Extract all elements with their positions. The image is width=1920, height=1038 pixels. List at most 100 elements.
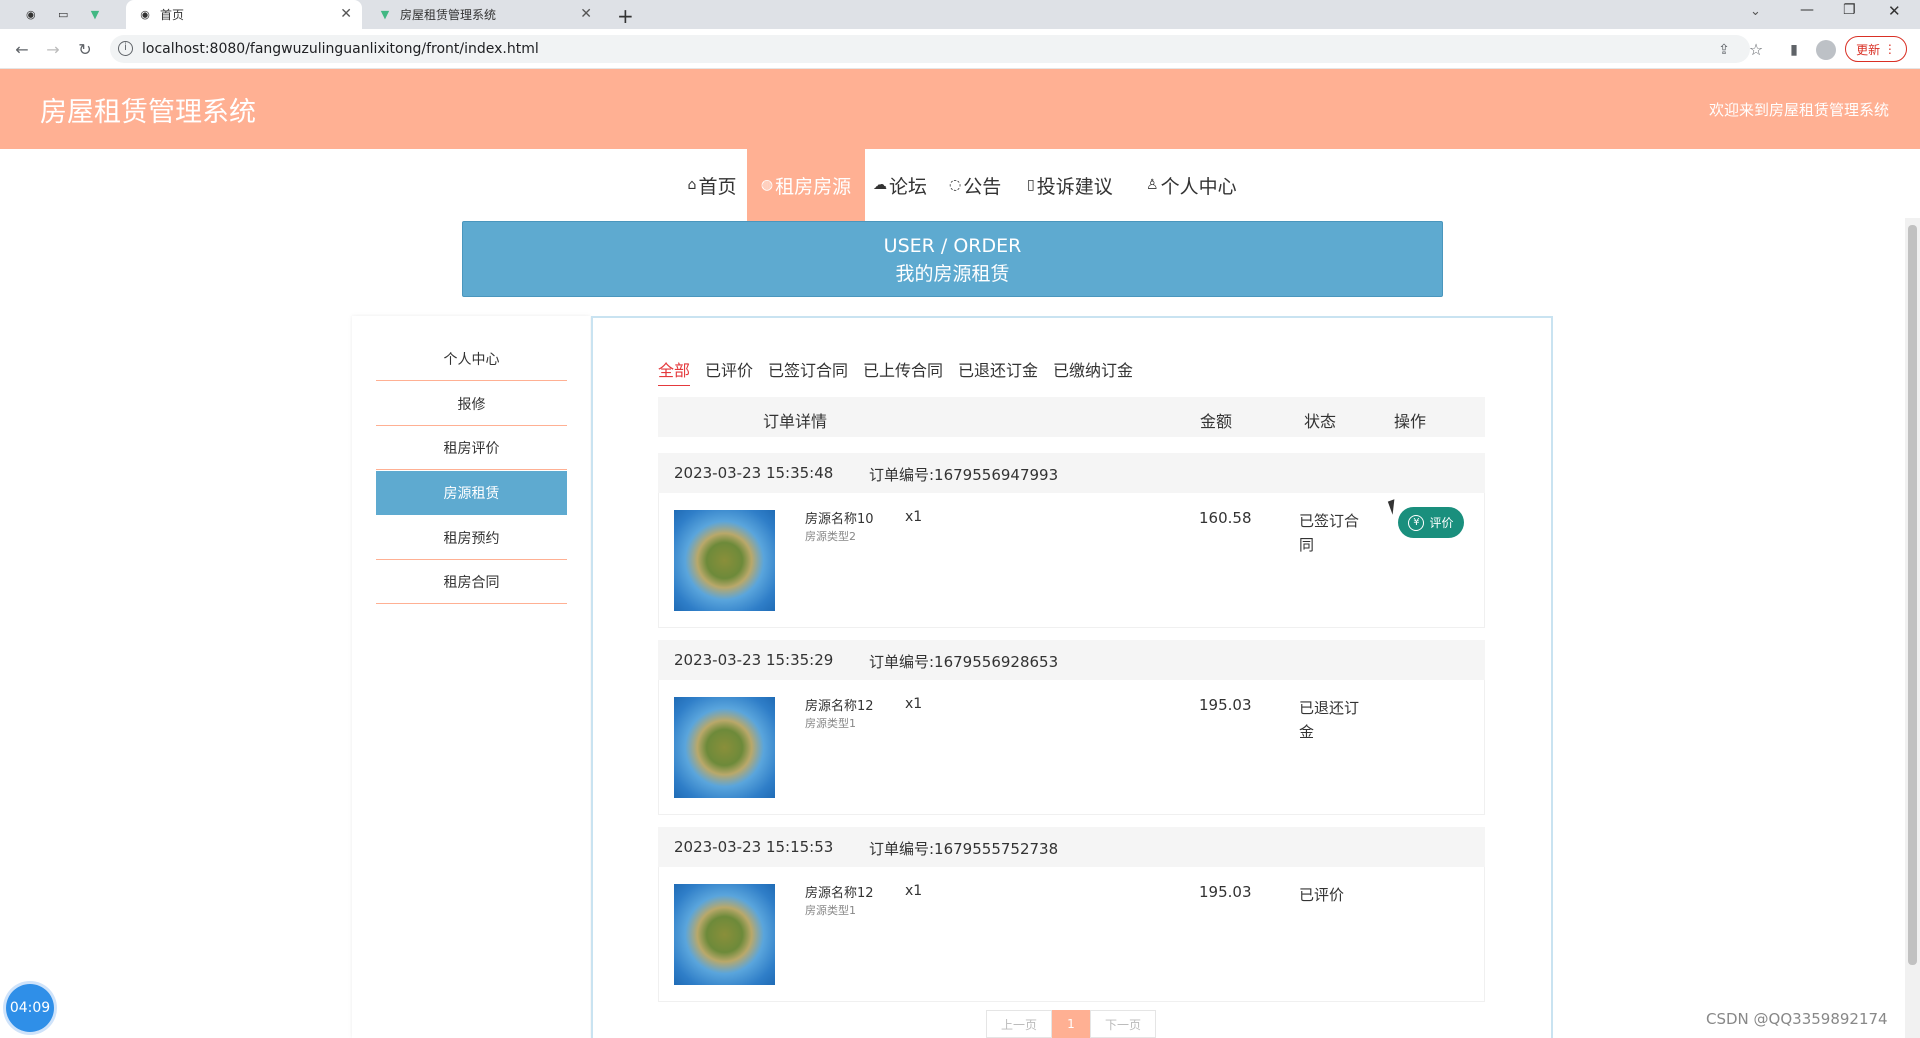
order-amount: 195.03 [1199,696,1252,714]
property-type: 房源类型2 [805,530,856,543]
pinned-tab-2[interactable]: ▭ [46,0,76,29]
quantity: x1 [905,883,923,899]
nav-label: 首页 [698,175,737,198]
globe-icon: ◉ [26,8,36,21]
order-row: 房源名称12 房源类型1 x1 195.03 已退还订金 [658,680,1485,815]
close-icon[interactable]: ✕ [340,6,352,22]
info-icon[interactable]: i [118,41,133,56]
site-title: 房屋租赁管理系统 [40,97,256,128]
order-time: 2023-03-23 15:35:29 [674,651,834,669]
welcome-text: 欢迎来到房屋租赁管理系统 [1708,101,1889,119]
quantity: x1 [905,509,923,525]
nav-home[interactable]: ⌂ 首页 [676,149,748,221]
pinned-tab-3[interactable]: ▼ [78,0,108,29]
new-tab-button[interactable]: + [617,4,634,28]
nav-forum[interactable]: ☁ 论坛 [873,149,933,221]
page-banner: USER / ORDER 我的房源租赁 [462,221,1443,297]
table-header: 订单详情 金额 状态 操作 [658,397,1485,437]
update-label: 更新 [1856,42,1881,57]
review-button[interactable]: ¥ 评价 [1398,507,1464,538]
banner-cn: 我的房源租赁 [895,263,1010,285]
property-type: 房源类型1 [805,717,856,730]
property-name: 房源名称12 [805,699,874,714]
sidebar-item-label: 租房预约 [443,530,500,547]
home-icon: ⌂ [687,177,697,193]
sidebar-item-repair[interactable]: 报修 [376,382,567,426]
order-status: 已评价 [1299,886,1345,904]
forward-icon[interactable]: → [43,40,63,60]
sidebar-item-user-center[interactable]: 个人中心 [376,337,567,381]
order-number: 订单编号:1679555752738 [869,840,1059,858]
page-1-button[interactable]: 1 [1052,1010,1090,1038]
restore-icon[interactable]: ❐ [1843,2,1856,18]
order-number: 订单编号:1679556928653 [869,653,1059,671]
nav-complaints[interactable]: ▯ 投诉建议 [1027,149,1127,221]
order-status: 已退还订金 [1299,699,1360,741]
next-page-button[interactable]: 下一页 [1090,1010,1156,1038]
blank-page-icon: ▭ [58,8,69,21]
watermark: CSDN @QQ3359892174 [1706,1010,1888,1028]
recording-timer: 04:09 [6,984,54,1032]
reload-icon[interactable]: ↻ [75,40,95,60]
share-icon[interactable]: ⇪ [1714,40,1734,60]
tab-title: 房屋租赁管理系统 [400,8,497,22]
tab-home[interactable]: ◉ 首页 ✕ [126,0,362,29]
sidebar-item-label: 租房合同 [443,574,500,591]
window-close-icon[interactable]: ✕ [1888,2,1901,20]
filter-tab-deposit-refunded[interactable]: 已退还订金 [958,357,1038,385]
property-thumbnail[interactable] [674,884,775,985]
filter-tab-deposit-paid[interactable]: 已缴纳订金 [1053,357,1133,385]
forum-icon: ☁ [873,177,887,193]
tab-title: 首页 [160,8,185,22]
sidebar-item-rental-review[interactable]: 租房评价 [376,426,567,470]
tab-system[interactable]: ▼ 房屋租赁管理系统 ✕ [366,0,602,29]
order-header: 2023-03-23 15:35:29 订单编号:1679556928653 [658,640,1485,680]
nav-label: 投诉建议 [1036,175,1113,198]
nav-user-center[interactable]: ♙ 个人中心 [1146,149,1246,221]
property-name: 房源名称10 [805,512,874,527]
minimize-icon[interactable]: — [1800,2,1814,18]
globe-icon: ◉ [140,8,150,21]
tab-search-icon[interactable]: ⌄ [1750,4,1761,19]
notice-icon: ◌ [949,177,962,193]
sidebar-item-rental-orders[interactable]: 房源租赁 [376,471,567,515]
yen-icon: ¥ [1408,514,1425,531]
prev-page-button[interactable]: 上一页 [986,1010,1052,1038]
property-thumbnail[interactable] [674,697,775,798]
url-text[interactable]: localhost:8080/fangwuzulinguanlixitong/f… [142,41,539,57]
close-icon[interactable]: ✕ [580,6,592,22]
order-number: 订单编号:1679556947993 [869,466,1059,484]
user-icon: ♙ [1146,177,1159,193]
bookmark-star-icon[interactable]: ☆ [1746,40,1766,60]
scrollbar-thumb[interactable] [1908,225,1917,965]
col-amount: 金额 [1200,412,1233,431]
nav-notice[interactable]: ◌ 公告 [949,149,1009,221]
nav-label: 公告 [963,175,1002,198]
site-header [0,69,1920,149]
col-status: 状态 [1304,412,1337,431]
order-time: 2023-03-23 15:15:53 [674,838,834,856]
order-amount: 195.03 [1199,883,1252,901]
vue-logo-icon: ▼ [380,8,390,21]
sidebar-item-label: 租房评价 [443,440,500,457]
order-header: 2023-03-23 15:15:53 订单编号:1679555752738 [658,827,1485,867]
property-thumbnail[interactable] [674,510,775,611]
update-button[interactable]: 更新 ⋮ [1845,36,1907,62]
nav-label: 租房房源 [775,175,852,198]
banner-en: USER / ORDER [883,235,1022,257]
profile-avatar[interactable] [1816,40,1836,60]
sidebar-item-contract[interactable]: 租房合同 [376,560,567,604]
sidebar-item-reservation[interactable]: 租房预约 [376,516,567,560]
nav-rental-listings[interactable]: ◍ 租房房源 [747,149,865,221]
filter-tab-contract-signed[interactable]: 已签订合同 [768,357,848,385]
filter-tab-all[interactable]: 全部 [658,357,691,386]
order-amount: 160.58 [1199,509,1252,527]
order-row: 房源名称12 房源类型1 x1 195.03 已评价 [658,867,1485,1002]
filter-tab-contract-uploaded[interactable]: 已上传合同 [863,357,943,385]
sidepanel-icon[interactable]: ▮ [1784,40,1804,60]
back-icon[interactable]: ← [12,40,32,60]
sidebar-item-label: 房源租赁 [443,486,500,502]
filter-tab-reviewed[interactable]: 已评价 [705,357,753,385]
pinned-tab-1[interactable]: ◉ [14,0,42,29]
sidebar-item-label: 个人中心 [443,351,500,368]
